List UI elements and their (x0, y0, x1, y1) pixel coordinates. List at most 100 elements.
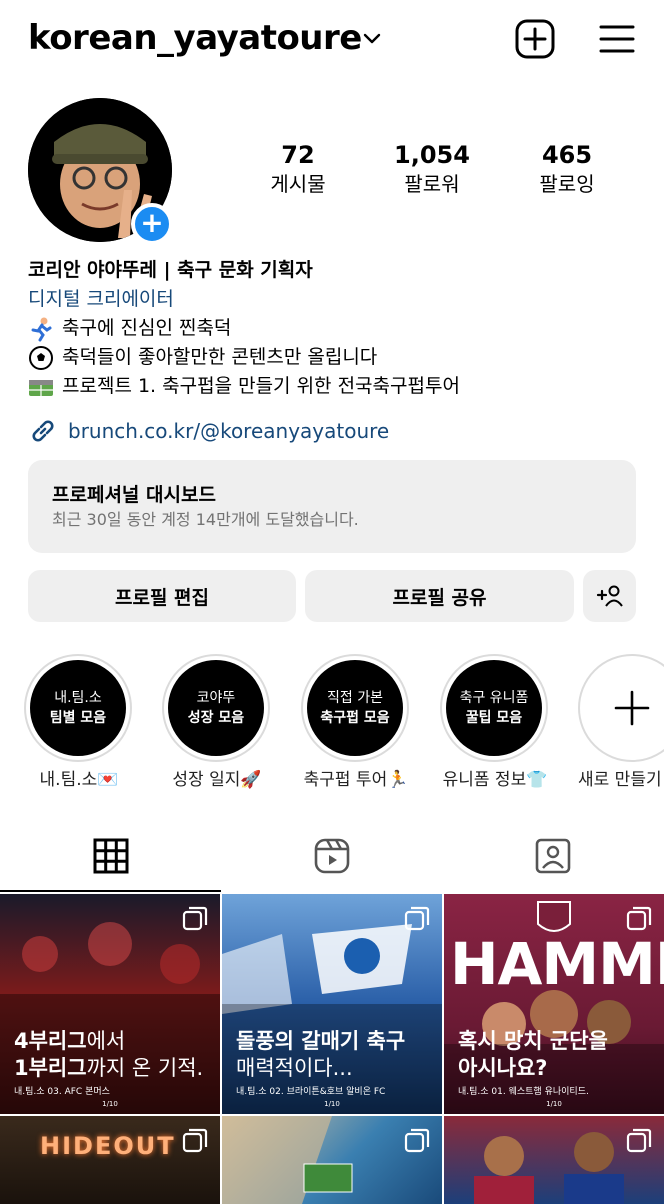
highlight-cover: 직접 가본 축구펍 모음 (307, 660, 403, 756)
post-title-bold: 4부리그 (14, 1029, 87, 1053)
grid-icon[interactable] (91, 836, 131, 876)
highlight-cover: 코야뚜 성장 모음 (168, 660, 264, 756)
bio-line: 프로젝트 1. 축구펍을 만들기 위한 전국축구펍투어 (28, 372, 638, 401)
highlight-cover-line1: 축구 유니폼 (459, 690, 529, 706)
highlight-cover-line2: 성장 모음 (187, 710, 245, 726)
username-title[interactable]: korean_yayatoure (28, 16, 362, 60)
add-square-icon[interactable] (514, 18, 556, 60)
plus-icon (614, 690, 650, 726)
stat-posts[interactable]: 72 게시물 (228, 140, 368, 198)
active-tab-indicator (0, 890, 221, 892)
highlight-ring: 축구 유니폼 꿀팁 모음 (440, 654, 548, 762)
new-highlight-button[interactable]: 새로 만들기 (578, 654, 664, 792)
post-title-light: 매력적이다... (236, 1056, 353, 1080)
post-tile[interactable] (222, 1116, 442, 1204)
bio-category[interactable]: 디지털 크리에이터 (28, 285, 638, 314)
runner-emoji-icon (31, 317, 52, 341)
carousel-icon (404, 906, 430, 931)
bio-line-text: 프로젝트 1. 축구펍을 만들기 위한 전국축구펍투어 (62, 375, 460, 397)
post-tile[interactable]: HAMMERS 혹시 망치 군단을 아시나요? 내.팀.소 01. 웨스트햄 유… (444, 894, 664, 1114)
dashboard-title: 프로페셔널 대시보드 (52, 484, 216, 506)
post-subtitle: 내.팀.소 01. 웨스트햄 유나이티드. (458, 1087, 589, 1097)
stat-label: 게시물 (270, 172, 326, 196)
highlight-item[interactable]: 축구 유니폼 꿀팁 모음 유니폼 정보👕 (440, 654, 550, 792)
stat-value: 72 (281, 141, 315, 169)
highlight-item[interactable]: 내.팀.소 팀별 모음 내.팀.소💌 (24, 654, 134, 792)
post-page: 1/10 (324, 1100, 340, 1108)
soccer-ball-icon (29, 345, 53, 370)
post-page: 1/10 (102, 1100, 118, 1108)
stat-label: 팔로잉 (539, 172, 595, 196)
carousel-icon (182, 1128, 208, 1153)
highlight-cover: 내.팀.소 팀별 모음 (30, 660, 126, 756)
bio-line: 축덕들이 좋아할만한 콘텐츠만 올립니다 (28, 343, 638, 372)
highlight-item[interactable]: 코야뚜 성장 모음 성장 일지🚀 (162, 654, 272, 792)
highlight-cover-line1: 직접 가본 (327, 690, 383, 706)
edit-profile-button[interactable]: 프로필 편집 (28, 570, 296, 622)
post-tile[interactable] (444, 1116, 664, 1204)
stat-label: 팔로워 (404, 172, 460, 196)
stat-value: 465 (541, 141, 593, 169)
bio-line-text: 축덕들이 좋아할만한 콘텐츠만 올립니다 (62, 346, 378, 368)
post-title-bold: 돌풍의 갈매기 축구 (236, 1029, 406, 1053)
post-headline: HAMMERS (450, 930, 664, 998)
dashboard-subtitle: 최근 30일 동안 계정 14만개에 도달했습니다. (52, 510, 359, 529)
highlight-label: 성장 일지🚀 (172, 770, 262, 790)
stadium-icon (29, 379, 53, 396)
post-subtitle: 내.팀.소 02. 브라이튼&호브 알비온 FC (236, 1087, 386, 1097)
bio-name: 코리안 야야뚜레 | 축구 문화 기획자 (28, 259, 313, 281)
carousel-icon (182, 906, 208, 931)
highlight-ring: 내.팀.소 팀별 모음 (24, 654, 132, 762)
highlight-label: 새로 만들기 (578, 770, 662, 790)
post-title-light: 까지 온 기적. (86, 1056, 204, 1080)
chevron-down-icon[interactable] (360, 26, 384, 50)
bio-line-text: 축구에 진심인 찐축덕 (62, 317, 232, 339)
post-title-light: 에서 (86, 1029, 126, 1053)
bio-line: 축구에 진심인 찐축덕 (28, 314, 638, 343)
link-icon (32, 420, 54, 442)
menu-icon[interactable] (596, 18, 638, 60)
highlight-label: 유니폼 정보👕 (442, 770, 548, 790)
highlight-cover: 축구 유니폼 꿀팁 모음 (446, 660, 542, 756)
highlight-ring: 코야뚜 성장 모음 (162, 654, 270, 762)
stat-following[interactable]: 465 팔로잉 (497, 140, 637, 198)
carousel-icon (626, 906, 652, 931)
discover-people-button[interactable] (583, 570, 636, 622)
bio-link-text[interactable]: brunch.co.kr/@koreanyayatoure (68, 419, 389, 443)
post-tile[interactable]: HIDEOUT (0, 1116, 220, 1204)
post-title-bold: 1부리그 (14, 1056, 87, 1080)
highlight-cover-line2: 축구펍 모음 (320, 710, 390, 726)
tagged-icon[interactable] (533, 836, 573, 876)
bio: 코리안 야야뚜레 | 축구 문화 기획자 디지털 크리에이터 축구에 진심인 찐… (28, 256, 638, 401)
post-page: 1/10 (546, 1100, 562, 1108)
post-title: 돌풍의 갈매기 축구 매력적이다... (236, 1028, 405, 1082)
highlight-ring (578, 654, 664, 762)
highlight-cover-line2: 팀별 모음 (49, 710, 107, 726)
reels-icon[interactable] (312, 836, 352, 876)
highlight-label: 내.팀.소💌 (39, 770, 119, 790)
stat-followers[interactable]: 1,054 팔로워 (362, 140, 502, 198)
profile-header: korean_yayatoure (0, 0, 664, 80)
highlight-label: 축구펍 투어🏃 (303, 770, 409, 790)
share-profile-button[interactable]: 프로필 공유 (305, 570, 574, 622)
add-person-icon (596, 585, 623, 607)
post-headline: HIDEOUT (40, 1132, 176, 1160)
professional-dashboard[interactable]: 프로페셔널 대시보드 최근 30일 동안 계정 14만개에 도달했습니다. (28, 460, 636, 553)
post-title-bold: 혹시 망치 군단을 (458, 1029, 608, 1053)
post-tile[interactable]: 4부리그에서 1부리그까지 온 기적. 내.팀.소 03. AFC 본머스 1/… (0, 894, 220, 1114)
add-story-plus-icon[interactable]: + (131, 203, 173, 245)
post-tile[interactable]: 돌풍의 갈매기 축구 매력적이다... 내.팀.소 02. 브라이튼&호브 알비… (222, 894, 442, 1114)
highlight-ring: 직접 가본 축구펍 모음 (301, 654, 409, 762)
highlight-cover-line1: 코야뚜 (196, 690, 236, 706)
highlight-cover-line1: 내.팀.소 (54, 690, 102, 706)
post-title-bold: 아시나요? (458, 1056, 548, 1080)
post-title: 4부리그에서 1부리그까지 온 기적. (14, 1028, 203, 1082)
stat-value: 1,054 (394, 141, 470, 169)
bio-link[interactable]: brunch.co.kr/@koreanyayatoure (28, 416, 389, 446)
carousel-icon (404, 1128, 430, 1153)
highlight-item[interactable]: 직접 가본 축구펍 모음 축구펍 투어🏃 (301, 654, 411, 792)
highlight-cover-line2: 꿀팁 모음 (465, 710, 523, 726)
carousel-icon (626, 1128, 652, 1153)
post-subtitle: 내.팀.소 03. AFC 본머스 (14, 1087, 110, 1097)
post-title: 혹시 망치 군단을 아시나요? (458, 1028, 608, 1082)
